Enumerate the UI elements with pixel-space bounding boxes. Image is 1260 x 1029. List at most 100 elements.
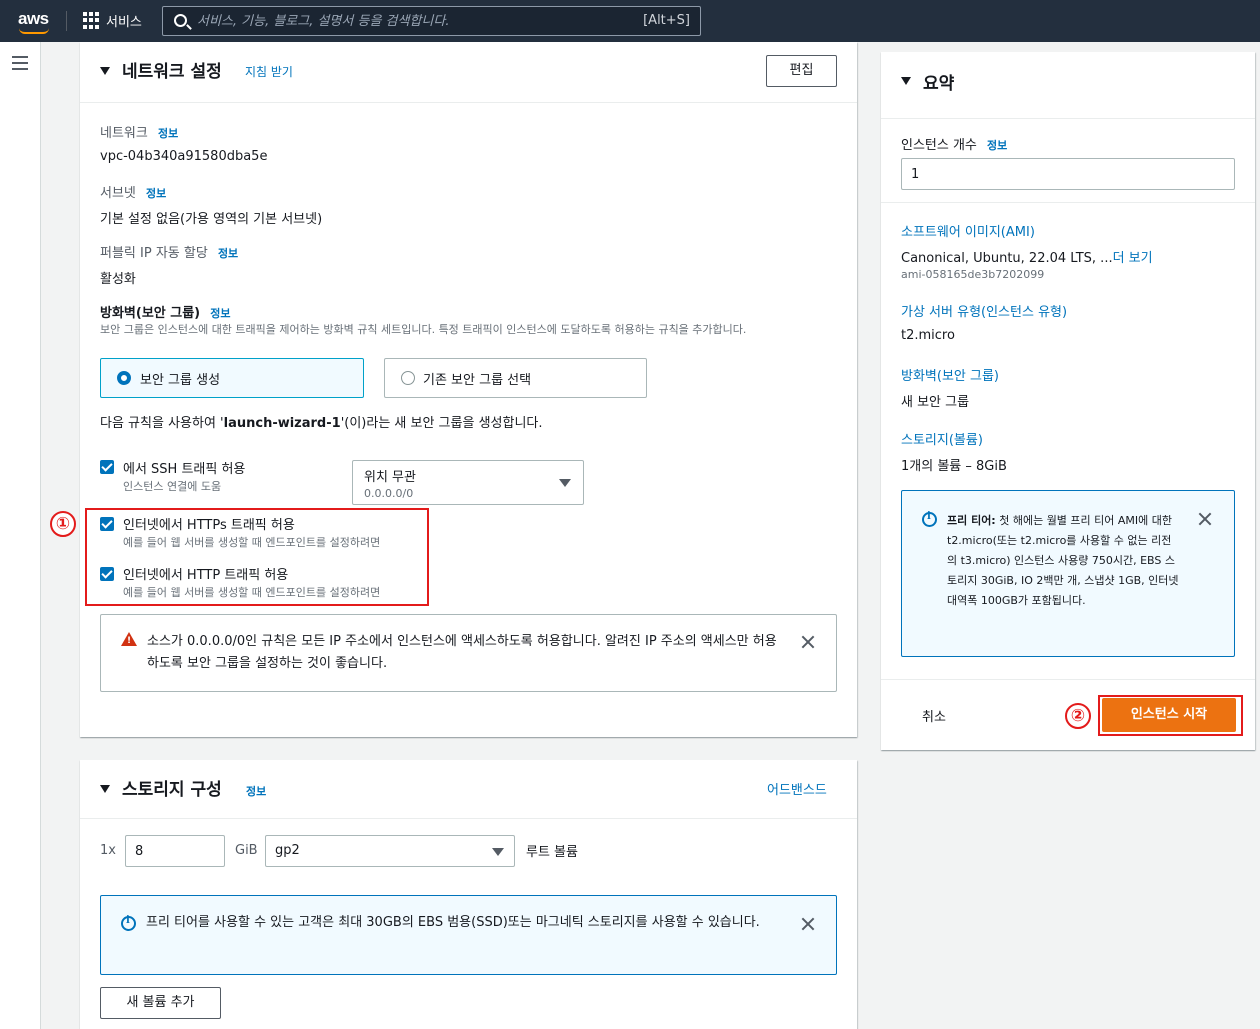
ssh-source-select[interactable]: 위치 무관 0.0.0.0/0 <box>352 460 584 505</box>
firewall-description: 보안 그룹은 인스턴스에 대한 트래픽을 제어하는 방화벽 규칙 세트입니다. … <box>100 323 747 336</box>
storage-info-link[interactable]: 정보 <box>246 783 266 799</box>
ssh-source-value: 위치 무관 <box>364 470 416 485</box>
add-volume-button[interactable]: 새 볼륨 추가 <box>100 987 221 1019</box>
summary-panel: 요약 인스턴스 개수 정보 소프트웨어 이미지(AMI) Canonical, … <box>881 52 1255 750</box>
annotation-marker-2: ② <box>1065 703 1091 729</box>
aws-logo[interactable]: aws <box>18 9 49 29</box>
rule-sentence-suffix: '(이)라는 새 보안 그룹을 생성합니다. <box>340 416 543 431</box>
collapse-caret-icon[interactable] <box>901 77 911 85</box>
ami-more-link[interactable]: 더 보기 <box>1113 251 1153 266</box>
network-info-link[interactable]: 정보 <box>158 127 178 140</box>
collapse-caret-icon[interactable] <box>100 785 110 793</box>
annotation-marker-1: ① <box>50 511 76 537</box>
public-ip-label: 퍼블릭 IP 자동 할당 <box>100 246 208 261</box>
security-group-name: launch-wizard-1 <box>223 416 341 431</box>
firewall-summary-link[interactable]: 방화벽(보안 그룹) <box>901 365 999 384</box>
panel-divider <box>881 118 1255 119</box>
left-rail <box>0 42 41 1029</box>
search-shortcut-hint: [Alt+S] <box>643 13 690 28</box>
advanced-link[interactable]: 어드밴스드 <box>767 779 827 798</box>
panel-divider <box>80 102 857 103</box>
instance-type-link[interactable]: 가상 서버 유형(인스턴스 유형) <box>901 301 1067 320</box>
hamburger-menu-icon[interactable] <box>12 56 28 74</box>
ssh-hint: 인스턴스 연결에 도움 <box>123 480 222 493</box>
existing-security-group-option[interactable]: 기존 보안 그룹 선택 <box>384 358 647 398</box>
public-ip-info-link[interactable]: 정보 <box>218 247 238 260</box>
create-security-group-option[interactable]: 보안 그룹 생성 <box>100 358 364 398</box>
close-icon[interactable] <box>801 635 815 649</box>
rule-sentence: 다음 규칙을 사용하여 'launch-wizard-1'(이)라는 새 보안 … <box>100 412 543 431</box>
storage-summary-link[interactable]: 스토리지(볼륨) <box>901 429 983 448</box>
global-search[interactable]: [Alt+S] <box>162 6 701 36</box>
storage-title: 스토리지 구성 <box>122 780 222 800</box>
network-label: 네트워크 <box>100 126 148 141</box>
annotation-box-2 <box>1098 695 1243 736</box>
radio-selected-icon[interactable] <box>117 371 131 385</box>
volume-multiplier: 1x <box>100 843 116 858</box>
volume-type-value: gp2 <box>275 843 300 858</box>
open-access-warning: ! 소스가 0.0.0.0/0인 규칙은 모든 IP 주소에서 인스턴스에 액세… <box>100 614 837 692</box>
free-tier-text-block: 프리 티어: 첫 해에는 월별 프리 티어 AMI에 대한 t2.micro(또… <box>947 511 1179 611</box>
create-security-group-label: 보안 그룹 생성 <box>140 373 221 388</box>
existing-security-group-label: 기존 보안 그룹 선택 <box>423 373 532 388</box>
ssh-source-sub: 0.0.0.0/0 <box>364 487 414 500</box>
top-navigation-bar: aws 서비스 [Alt+S] <box>0 0 1260 42</box>
firewall-summary-value: 새 보안 그룹 <box>901 395 970 410</box>
root-volume-label: 루트 볼륨 <box>526 845 578 860</box>
info-icon <box>922 511 937 527</box>
free-tier-text: 첫 해에는 월별 프리 티어 AMI에 대한 t2.micro(또는 t2.mi… <box>947 514 1179 607</box>
firewall-label: 방화벽(보안 그룹) <box>100 306 201 321</box>
subnet-value: 기본 설정 없음(가용 영역의 기본 서브넷) <box>100 212 323 227</box>
cancel-button[interactable]: 취소 <box>922 706 946 725</box>
instance-count-label: 인스턴스 개수 <box>901 138 977 153</box>
public-ip-value: 활성화 <box>100 272 136 287</box>
warning-text: 소스가 0.0.0.0/0인 규칙은 모든 IP 주소에서 인스턴스에 액세스하… <box>147 634 777 671</box>
search-input[interactable] <box>197 11 637 31</box>
network-settings-panel: 네트워크 설정 지침 받기 편집 네트워크 정보 vpc-04b340a9158… <box>80 42 857 737</box>
chevron-down-icon <box>559 479 571 487</box>
instance-count-input[interactable] <box>901 158 1235 190</box>
edit-button[interactable]: 편집 <box>766 55 837 87</box>
collapse-caret-icon[interactable] <box>100 67 110 75</box>
topbar-divider <box>66 11 67 31</box>
ssh-checkbox[interactable] <box>100 460 114 474</box>
volume-unit: GiB <box>235 843 258 858</box>
free-tier-alert: 프리 티어: 첫 해에는 월별 프리 티어 AMI에 대한 t2.micro(또… <box>901 490 1235 657</box>
ssh-label: 에서 SSH 트래픽 허용 <box>123 462 246 477</box>
subnet-label: 서브넷 <box>100 186 136 201</box>
subnet-info-link[interactable]: 정보 <box>146 187 166 200</box>
annotation-box-1 <box>85 508 429 606</box>
network-value: vpc-04b340a91580dba5e <box>100 149 268 164</box>
chevron-down-icon <box>492 848 504 856</box>
close-icon[interactable] <box>801 917 815 931</box>
rule-sentence-prefix: 다음 규칙을 사용하여 ' <box>100 416 224 431</box>
volume-size-input[interactable] <box>125 835 225 867</box>
panel-divider <box>80 818 857 819</box>
free-tier-bold: 프리 티어: <box>947 514 996 527</box>
volume-type-select[interactable]: gp2 <box>265 835 515 867</box>
info-icon <box>121 915 136 931</box>
storage-free-tier-text: 프리 티어를 사용할 수 있는 고객은 최대 30GB의 EBS 범용(SSD)… <box>146 915 760 930</box>
instance-type-value: t2.micro <box>901 328 955 343</box>
ami-link[interactable]: 소프트웨어 이미지(AMI) <box>901 221 1035 240</box>
services-menu-button[interactable]: 서비스 <box>83 11 142 30</box>
storage-summary-value: 1개의 볼륨 – 8GiB <box>901 459 1007 474</box>
ami-id: ami-058165de3b7202099 <box>901 268 1045 281</box>
close-icon[interactable] <box>1198 512 1212 526</box>
network-settings-title: 네트워크 설정 <box>122 62 222 82</box>
ami-value: Canonical, Ubuntu, 22.04 LTS, ... <box>901 251 1113 266</box>
warning-icon-mark: ! <box>127 636 132 646</box>
services-label: 서비스 <box>106 15 142 30</box>
storage-panel: 스토리지 구성 정보 어드밴스드 1x GiB gp2 루트 볼륨 프리 티어를… <box>80 760 857 1029</box>
aws-logo-smile-icon <box>19 28 49 34</box>
radio-unselected-icon[interactable] <box>401 371 415 385</box>
guide-link[interactable]: 지침 받기 <box>245 63 293 80</box>
summary-title: 요약 <box>923 74 955 94</box>
storage-free-tier-alert: 프리 티어를 사용할 수 있는 고객은 최대 30GB의 EBS 범용(SSD)… <box>100 895 837 975</box>
firewall-info-link[interactable]: 정보 <box>210 307 230 320</box>
panel-divider <box>881 679 1255 680</box>
grid-menu-icon <box>83 12 100 29</box>
panel-divider <box>881 202 1255 203</box>
instance-count-info-link[interactable]: 정보 <box>987 139 1007 152</box>
search-icon <box>174 14 187 27</box>
